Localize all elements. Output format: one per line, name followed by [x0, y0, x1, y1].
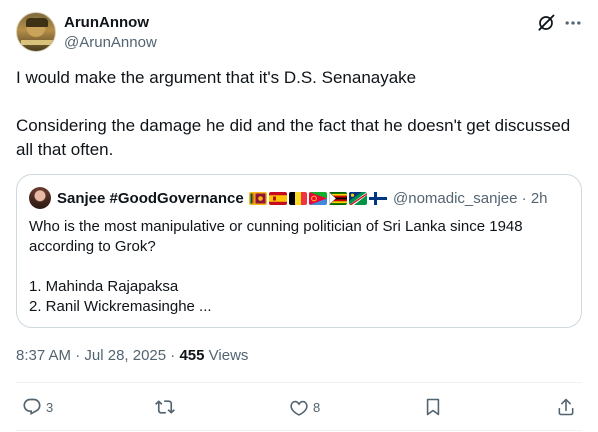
reply-button[interactable]: 3 — [22, 396, 53, 418]
reply-icon — [23, 398, 41, 416]
more-icon[interactable] — [562, 13, 584, 33]
namibia-flag — [349, 192, 367, 205]
like-count: 8 — [313, 399, 321, 415]
tweet-paragraph: Considering the damage he did and the fa… — [16, 116, 571, 159]
quoted-tweet-text: Who is the most manipulative or cunning … — [29, 217, 569, 317]
share-icon — [558, 398, 574, 416]
tweet: ArunAnnow @ArunAnnow I would make the ar… — [0, 0, 598, 432]
share-button[interactable] — [556, 396, 576, 418]
spain-flag — [269, 192, 287, 205]
meta-separator: · — [170, 347, 176, 364]
tweet-text: I would make the argument that it's D.S.… — [16, 66, 582, 162]
repost-button[interactable] — [155, 396, 179, 418]
finland-flag — [369, 192, 387, 205]
bookmark-button[interactable] — [423, 396, 443, 418]
heart-icon — [290, 400, 308, 416]
tweet-paragraph: I would make the argument that it's D.S.… — [16, 68, 417, 87]
quoted-tweet-card[interactable]: Sanjee #GoodGovernance @nomadic_sanjee ·… — [16, 174, 582, 328]
like-button[interactable]: 8 — [289, 396, 320, 418]
tweet-meta: 8:37 AM · Jul 28, 2025 · 455 Views — [16, 346, 248, 366]
zimbabwe-flag — [329, 192, 347, 205]
views-label: Views — [208, 347, 249, 364]
author-handle[interactable]: @ArunAnnow — [64, 33, 157, 53]
divider — [16, 430, 582, 431]
sri-lanka-flag — [249, 192, 267, 205]
author-display-name[interactable]: ArunAnnow — [64, 13, 149, 33]
bookmark-icon — [426, 398, 440, 416]
quoted-author-display-name[interactable]: Sanjee #GoodGovernance — [57, 189, 244, 209]
meta-separator: · — [521, 190, 527, 207]
reply-count: 3 — [46, 399, 54, 415]
views-count: 455 — [179, 347, 205, 364]
quoted-text-line: Who is the most manipulative or cunning … — [29, 218, 523, 255]
tweet-time[interactable]: 8:37 AM — [16, 347, 71, 364]
author-avatar[interactable] — [16, 12, 56, 52]
quoted-text-line: 1. Mahinda Rajapaksa — [29, 278, 179, 295]
quoted-text-line: 2. Ranil Wickremasinghe ... — [29, 298, 212, 315]
eritrea-flag — [309, 192, 327, 205]
quoted-tweet-time[interactable]: 2h — [531, 190, 548, 207]
grok-icon[interactable] — [536, 13, 556, 33]
tweet-date[interactable]: Jul 28, 2025 — [84, 347, 166, 364]
flag-emoji-row — [249, 192, 387, 206]
quoted-author-avatar[interactable] — [29, 187, 51, 209]
divider — [16, 382, 582, 383]
meta-separator: · — [75, 347, 81, 364]
repost-icon — [155, 400, 175, 414]
quoted-author-handle[interactable]: @nomadic_sanjee — [393, 190, 517, 207]
quoted-author-meta: @nomadic_sanjee · 2h — [393, 189, 548, 209]
belgium-flag — [289, 192, 307, 205]
